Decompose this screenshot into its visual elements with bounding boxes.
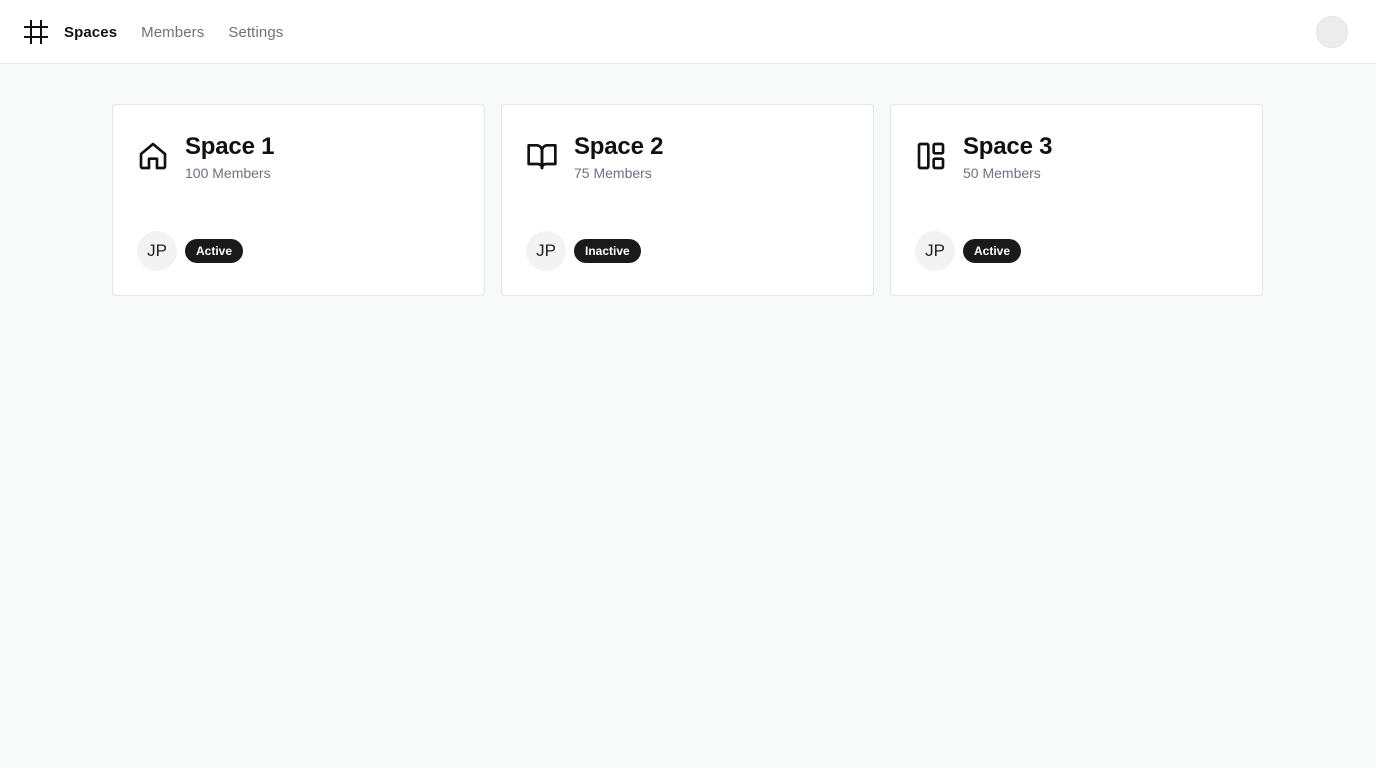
top-navbar: Spaces Members Settings xyxy=(0,0,1376,64)
layout-dashboard-icon xyxy=(917,142,945,170)
space-title: Space 2 xyxy=(574,133,664,160)
space-card-1[interactable]: Space 1 100 Members JP Active xyxy=(112,104,485,296)
space-card-footer: JP Inactive xyxy=(526,231,641,271)
user-avatar[interactable] xyxy=(1316,16,1348,48)
status-badge: Active xyxy=(185,239,244,263)
space-title: Space 3 xyxy=(963,133,1053,160)
member-avatar: JP xyxy=(915,231,955,271)
hash-icon[interactable] xyxy=(24,20,48,44)
member-avatar: JP xyxy=(526,231,566,271)
home-icon xyxy=(139,142,167,170)
space-member-count: 75 Members xyxy=(574,165,652,181)
nav-item-spaces[interactable]: Spaces xyxy=(64,24,117,41)
status-badge: Inactive xyxy=(574,239,641,263)
space-member-count: 100 Members xyxy=(185,165,271,181)
space-title: Space 1 xyxy=(185,133,275,160)
spaces-grid: Space 1 100 Members JP Active Space 2 75… xyxy=(112,104,1263,296)
main-nav: Spaces Members Settings xyxy=(64,0,307,64)
book-open-icon xyxy=(527,144,557,170)
member-avatar: JP xyxy=(137,231,177,271)
nav-item-settings[interactable]: Settings xyxy=(228,24,283,41)
space-member-count: 50 Members xyxy=(963,165,1041,181)
space-card-2[interactable]: Space 2 75 Members JP Inactive xyxy=(501,104,874,296)
status-badge: Active xyxy=(963,239,1022,263)
space-card-footer: JP Active xyxy=(915,231,1022,271)
space-card-footer: JP Active xyxy=(137,231,244,271)
nav-item-members[interactable]: Members xyxy=(141,24,204,41)
space-card-3[interactable]: Space 3 50 Members JP Active xyxy=(890,104,1263,296)
